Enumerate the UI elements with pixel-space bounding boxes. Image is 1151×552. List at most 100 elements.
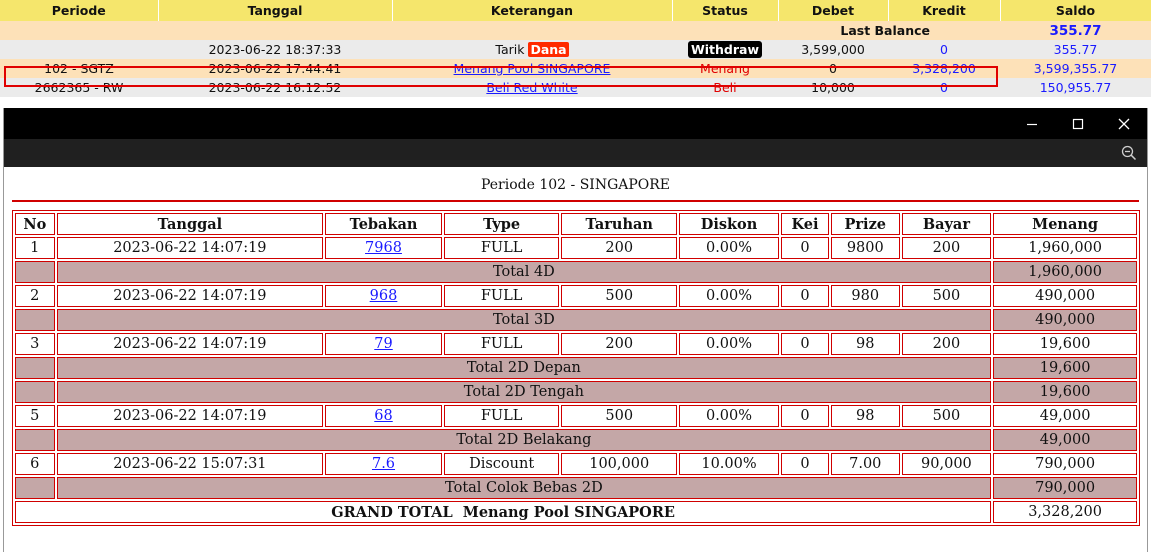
- cell-type: FULL: [443, 237, 560, 259]
- subtotal-row: Total 3D 490,000: [15, 309, 1137, 331]
- subtotal-value: 790,000: [993, 477, 1137, 499]
- cell-empty: [15, 477, 55, 499]
- cell-prize: 9800: [830, 237, 900, 259]
- header-kredit: Kredit: [888, 0, 1001, 21]
- tebakan-link[interactable]: 968: [370, 288, 398, 304]
- subtotal-value: 49,000: [993, 429, 1137, 451]
- subtotal-label: Total Colok Bebas 2D: [56, 477, 992, 499]
- cell-taruhan: 500: [561, 405, 678, 427]
- cell-menang: 490,000: [993, 285, 1137, 307]
- cell-taruhan: 500: [561, 285, 678, 307]
- cell-keterangan: Tarik Dana: [392, 40, 672, 59]
- tebakan-link[interactable]: 7.6: [372, 456, 395, 472]
- cell-menang: 790,000: [993, 453, 1137, 475]
- cell-bayar: 200: [901, 333, 992, 355]
- cell-kei: 0: [781, 405, 829, 427]
- grand-total-row: GRAND TOTAL Menang Pool SINGAPORE 3,328,…: [15, 501, 1137, 523]
- header-taruhan: Taruhan: [561, 213, 678, 235]
- header-prize: Prize: [830, 213, 900, 235]
- cell-keterangan: Menang Pool SINGAPORE: [392, 59, 672, 78]
- close-icon: [1118, 118, 1130, 129]
- cell-tanggal: 2023-06-22 17:44:41: [158, 59, 392, 78]
- cell-bayar: 90,000: [901, 453, 992, 475]
- maximize-icon: [1072, 118, 1084, 129]
- cell-type: FULL: [443, 405, 560, 427]
- cell-tebakan: 7968: [325, 237, 442, 259]
- cell-no: 3: [15, 333, 55, 355]
- winning-detail-table: No Tanggal Tebakan Type Taruhan Diskon K…: [12, 210, 1140, 526]
- cell-bayar: 500: [901, 405, 992, 427]
- beli-red-white-link[interactable]: Beli Red White: [486, 80, 577, 95]
- cell-tebakan: 68: [325, 405, 442, 427]
- minimize-button[interactable]: [1009, 108, 1055, 139]
- cell-empty: [15, 357, 55, 379]
- period-title: Periode 102 - SINGAPORE: [480, 177, 671, 193]
- cell-kei: 0: [781, 237, 829, 259]
- cell-type: FULL: [443, 333, 560, 355]
- cell-tanggal: 2023-06-22 16:12:52: [158, 78, 392, 97]
- cell-prize: 98: [830, 333, 900, 355]
- cell-bayar: 500: [901, 285, 992, 307]
- cell-tanggal: 2023-06-22 14:07:19: [56, 405, 324, 427]
- cell-kredit: 3,328,200: [888, 59, 1000, 78]
- cell-periode: 102 - SGTZ: [0, 59, 158, 78]
- cell-diskon: 10.00%: [679, 453, 779, 475]
- cell-periode: [0, 40, 158, 59]
- maximize-button[interactable]: [1055, 108, 1101, 139]
- ledger-row-highlighted: 102 - SGTZ 2023-06-22 17:44:41 Menang Po…: [0, 59, 1151, 78]
- cell-status: Withdraw: [672, 40, 778, 59]
- cell-empty: [15, 381, 55, 403]
- grand-total-value: 3,328,200: [993, 501, 1137, 523]
- cell-menang: 49,000: [993, 405, 1137, 427]
- subtotal-value: 19,600: [993, 381, 1137, 403]
- tebakan-link[interactable]: 68: [374, 408, 392, 424]
- menang-pool-link[interactable]: Menang Pool SINGAPORE: [454, 61, 611, 76]
- popup-titlebar[interactable]: [4, 108, 1147, 139]
- detail-header-row: No Tanggal Tebakan Type Taruhan Diskon K…: [15, 213, 1137, 235]
- cell-prize: 980: [830, 285, 900, 307]
- cell-status: Menang: [672, 59, 778, 78]
- zoom-out-icon[interactable]: [1121, 145, 1137, 161]
- header-tanggal: Tanggal: [56, 213, 324, 235]
- cell-empty: [15, 429, 55, 451]
- popup-content: Periode 102 - SINGAPORE No Tanggal Tebak…: [4, 167, 1147, 552]
- cell-tanggal: 2023-06-22 18:37:33: [158, 40, 392, 59]
- header-tanggal: Tanggal: [158, 0, 393, 21]
- header-bayar: Bayar: [901, 213, 992, 235]
- table-row: 6 2023-06-22 15:07:31 7.6 Discount 100,0…: [15, 453, 1137, 475]
- ledger-row: 2662365 - RW 2023-06-22 16:12:52 Beli Re…: [0, 78, 1151, 97]
- subtotal-label: Total 2D Tengah: [56, 381, 992, 403]
- table-row: 3 2023-06-22 14:07:19 79 FULL 200 0.00% …: [15, 333, 1137, 355]
- tebakan-link[interactable]: 7968: [365, 240, 402, 256]
- header-diskon: Diskon: [679, 213, 779, 235]
- tebakan-link[interactable]: 79: [374, 336, 392, 352]
- subtotal-row: Total 2D Belakang 49,000: [15, 429, 1137, 451]
- subtotal-row: Total Colok Bebas 2D 790,000: [15, 477, 1137, 499]
- detail-popup-window: Periode 102 - SINGAPORE No Tanggal Tebak…: [3, 108, 1148, 552]
- cell-no: 1: [15, 237, 55, 259]
- cell-empty: [15, 309, 55, 331]
- grand-total-label: GRAND TOTAL Menang Pool SINGAPORE: [15, 501, 992, 523]
- subtotal-label: Total 4D: [56, 261, 992, 283]
- cell-tebakan: 968: [325, 285, 442, 307]
- cell-diskon: 0.00%: [679, 285, 779, 307]
- title-divider: [12, 200, 1139, 202]
- close-button[interactable]: [1101, 108, 1147, 139]
- table-row: 2 2023-06-22 14:07:19 968 FULL 500 0.00%…: [15, 285, 1137, 307]
- subtotal-row: Total 2D Depan 19,600: [15, 357, 1137, 379]
- cell-type: Discount: [443, 453, 560, 475]
- cell-prize: 98: [830, 405, 900, 427]
- cell-kredit: 0: [888, 40, 1000, 59]
- cell-taruhan: 200: [561, 237, 678, 259]
- keterangan-text: Tarik: [495, 42, 525, 57]
- dana-badge: Dana: [528, 42, 569, 57]
- cell-prize: 7.00: [830, 453, 900, 475]
- cell-debet: 10,000: [778, 78, 888, 97]
- cell-debet: 0: [778, 59, 888, 78]
- cell-kei: 0: [781, 285, 829, 307]
- cell-tanggal: 2023-06-22 15:07:31: [56, 453, 324, 475]
- cell-no: 5: [15, 405, 55, 427]
- cell-kei: 0: [781, 333, 829, 355]
- cell-diskon: 0.00%: [679, 237, 779, 259]
- ledger-header-row: Periode Tanggal Keterangan Status Debet …: [0, 0, 1151, 21]
